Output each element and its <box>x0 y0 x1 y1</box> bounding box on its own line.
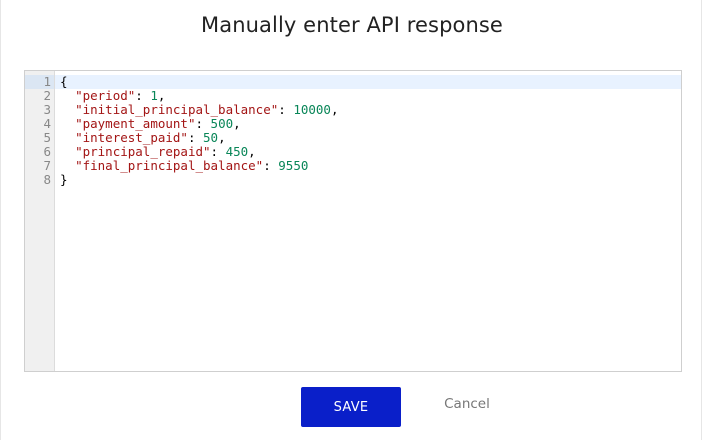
json-punctuation: : <box>263 158 279 173</box>
json-code-editor[interactable]: 12345678 { "period": 1, "initial_princip… <box>24 70 682 372</box>
json-punctuation: { <box>60 74 68 89</box>
line-number: 4 <box>43 116 51 131</box>
json-key: "final_principal_balance" <box>75 158 264 173</box>
api-response-dialog: Manually enter API response 12345678 { "… <box>0 0 702 440</box>
json-punctuation: : <box>195 116 211 131</box>
line-number: 6 <box>43 144 51 159</box>
json-punctuation: , <box>233 116 241 131</box>
json-punctuation <box>60 116 75 131</box>
line-number: 3 <box>43 102 51 117</box>
json-punctuation: , <box>330 102 339 117</box>
json-punctuation <box>60 88 75 103</box>
code-line: "period": 1, <box>60 89 339 103</box>
code-content[interactable]: { "period": 1, "initial_principal_balanc… <box>60 75 339 187</box>
json-punctuation: , <box>248 144 256 159</box>
json-key: "interest_paid" <box>75 130 188 145</box>
line-number: 1 <box>43 74 51 89</box>
json-key: "period" <box>75 88 136 103</box>
save-button[interactable]: SAVE <box>301 387 401 427</box>
json-punctuation: : <box>187 130 204 145</box>
json-key: "payment_amount" <box>75 116 196 131</box>
json-punctuation: , <box>157 88 166 103</box>
json-number: 50 <box>203 130 219 145</box>
code-line: "initial_principal_balance": 10000, <box>60 102 339 117</box>
json-punctuation <box>60 102 75 117</box>
code-line: "payment_amount": 500, <box>60 117 339 131</box>
code-line: { <box>60 75 339 89</box>
json-number: 9550 <box>278 158 309 173</box>
json-punctuation: : <box>278 102 294 117</box>
json-number: 450 <box>225 144 249 159</box>
json-punctuation: : <box>210 144 226 159</box>
json-punctuation: } <box>60 172 68 187</box>
cancel-button[interactable]: Cancel <box>431 387 503 421</box>
dialog-title: Manually enter API response <box>201 13 503 37</box>
json-key: "initial_principal_balance" <box>75 102 279 117</box>
code-line: "interest_paid": 50, <box>60 131 339 145</box>
line-number: 7 <box>43 158 51 173</box>
json-punctuation <box>60 158 75 173</box>
json-number: 1 <box>150 88 158 103</box>
code-line: "principal_repaid": 450, <box>60 145 339 159</box>
json-punctuation: , <box>218 130 226 145</box>
line-number: 5 <box>43 130 51 145</box>
line-numbers: 12345678 <box>25 75 51 187</box>
json-punctuation <box>60 144 75 159</box>
json-punctuation: : <box>135 88 151 103</box>
code-line: "final_principal_balance": 9550 <box>60 159 339 173</box>
json-punctuation <box>60 130 75 145</box>
line-number: 2 <box>43 88 51 103</box>
json-number: 500 <box>210 116 234 131</box>
json-number: 10000 <box>293 102 331 117</box>
line-number: 8 <box>43 172 51 187</box>
json-key: "principal_repaid" <box>75 144 211 159</box>
code-line: } <box>60 173 339 187</box>
